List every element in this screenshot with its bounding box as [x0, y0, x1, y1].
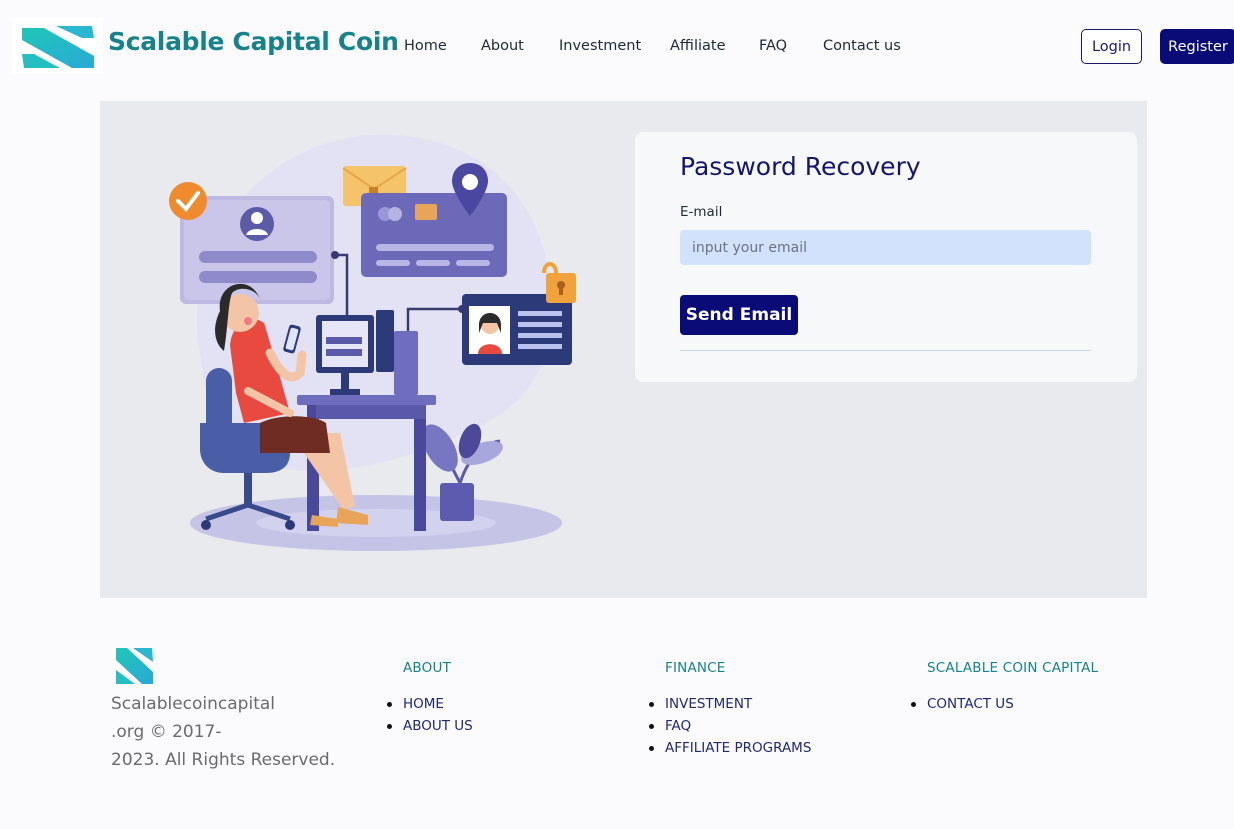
brand-logo-icon	[22, 26, 94, 68]
password-recovery-card: Password Recovery E-mail Send Email	[635, 132, 1137, 382]
register-button[interactable]: Register	[1160, 29, 1234, 64]
divider	[680, 350, 1091, 351]
recovery-section: Password Recovery E-mail Send Email	[100, 101, 1147, 598]
footer-link-about-us[interactable]: ABOUT US	[387, 715, 473, 737]
send-email-button[interactable]: Send Email	[680, 295, 798, 335]
footer-column-title: ABOUT	[403, 660, 452, 676]
password-recovery-illustration	[169, 134, 576, 551]
copyright-line: Scalablecoincapital	[111, 694, 275, 714]
brand-name[interactable]: Scalable Capital Coin	[108, 27, 399, 56]
footer-link-faq[interactable]: FAQ	[648, 715, 811, 737]
page-title: Password Recovery	[680, 152, 921, 181]
nav-home[interactable]: Home	[404, 38, 481, 54]
copyright-line: .org © 2017-	[111, 722, 222, 742]
nav-contact-us[interactable]: Contact us	[823, 38, 901, 54]
login-button[interactable]: Login	[1081, 29, 1142, 64]
copyright-text: Scalablecoincapital .org © 2017- 2023. A…	[111, 690, 341, 774]
main-nav: Home About Investment Affiliate FAQ Cont…	[404, 38, 901, 54]
nav-affiliate[interactable]: Affiliate	[670, 38, 759, 54]
footer-column-title: FINANCE	[665, 660, 726, 676]
footer-column-title: SCALABLE COIN CAPITAL	[927, 660, 1099, 676]
footer-column-about: ABOUT HOME ABOUT US	[387, 660, 473, 737]
nav-about[interactable]: About	[481, 38, 559, 54]
footer-logo-icon	[116, 648, 153, 684]
site-header: Scalable Capital Coin Home About Investm…	[0, 0, 1234, 96]
nav-faq[interactable]: FAQ	[759, 38, 823, 54]
nav-investment[interactable]: Investment	[559, 38, 670, 54]
footer-link-contact-us[interactable]: CONTACT US	[910, 693, 1098, 715]
email-field[interactable]	[680, 230, 1091, 265]
footer-column-finance: FINANCE INVESTMENT FAQ AFFILIATE PROGRAM…	[648, 660, 811, 759]
footer-link-affiliate-programs[interactable]: AFFILIATE PROGRAMS	[648, 737, 811, 759]
footer-link-home[interactable]: HOME	[387, 693, 473, 715]
footer-link-investment[interactable]: INVESTMENT	[648, 693, 811, 715]
copyright-line: 2023. All Rights Reserved.	[111, 750, 336, 770]
footer-column-scalable-coin-capital: SCALABLE COIN CAPITAL CONTACT US	[910, 660, 1099, 715]
email-label: E-mail	[680, 204, 723, 220]
brand-logo[interactable]	[12, 18, 103, 74]
